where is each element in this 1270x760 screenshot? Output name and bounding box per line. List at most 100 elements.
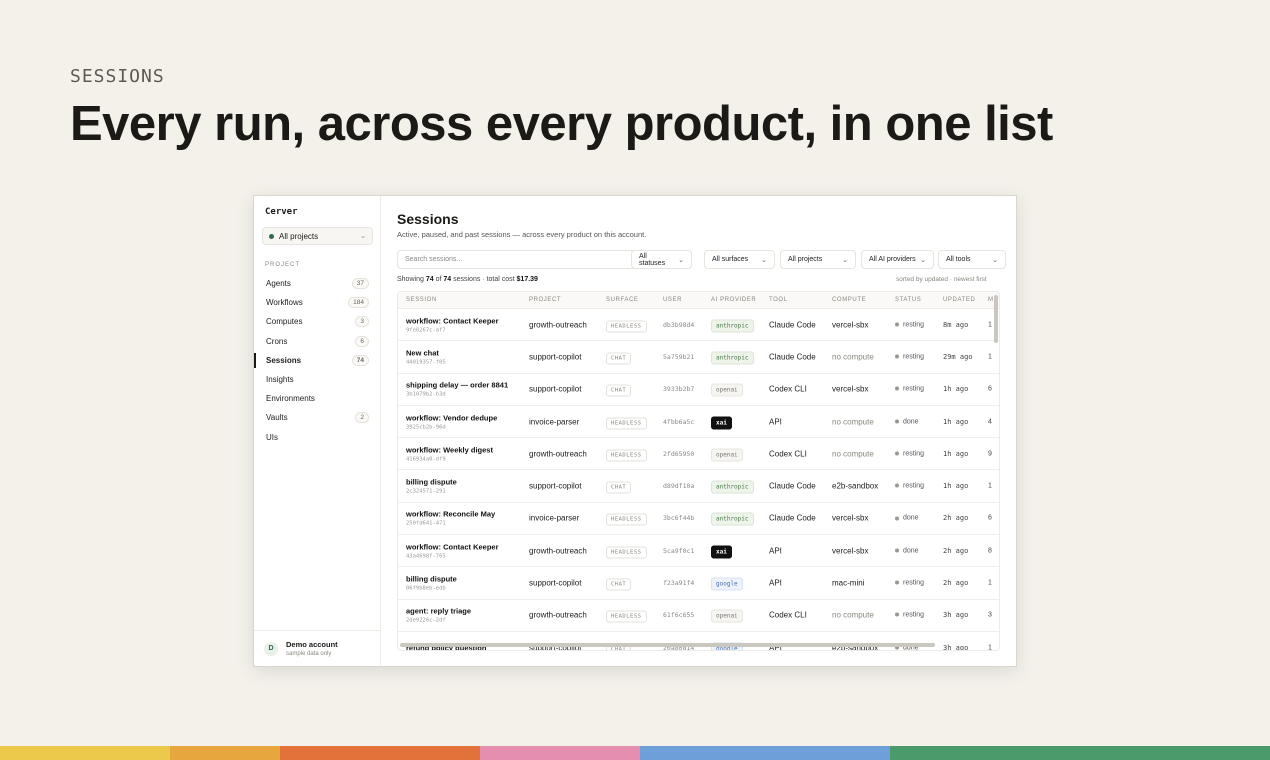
sidebar-item-computes[interactable]: Computes 3: [254, 312, 380, 331]
session-name: billing dispute: [406, 477, 457, 487]
tool-cell: Claude Code: [769, 320, 816, 330]
tool-cell: API: [769, 546, 782, 556]
table-row[interactable]: billing dispute 06f9b8eb-edb support-copil…: [398, 567, 999, 600]
table-row[interactable]: agent: reply triage 2de9226c-2df growth-ou…: [398, 600, 999, 632]
extra-cell: 1: [988, 353, 992, 361]
table-row[interactable]: workflow: Reconcile May 250fd641-471 invoi…: [398, 503, 999, 536]
status-label: resting: [903, 482, 925, 490]
sessions-table: SESSION PROJECT SURFACE USER AI PROVIDER TOOL…: [397, 291, 1000, 651]
sidebar-item-workflows[interactable]: Workflows 184: [254, 293, 380, 312]
surface-cell: CHAT: [606, 352, 632, 365]
headline: Every run, across every product, in one …: [70, 97, 1053, 151]
tool-cell: API: [769, 417, 782, 427]
table-row[interactable]: workflow: Weekly digest 416934a0-df9 growt…: [398, 438, 999, 471]
extra-cell: 1: [988, 579, 992, 587]
column-header-project[interactable]: PROJECT: [529, 297, 561, 303]
column-header-updated[interactable]: UPDATED: [943, 297, 975, 303]
chevron-down-icon: ⌄: [360, 233, 366, 240]
user-cell: 2fd65950: [663, 449, 695, 458]
extra-cell: 6: [988, 385, 992, 393]
session-name: billing dispute: [406, 574, 457, 584]
sidebar-item-sessions[interactable]: Sessions 74: [254, 351, 380, 370]
user-cell: 4fbb6a5c: [663, 417, 695, 426]
column-header-surface[interactable]: SURFACE: [606, 297, 639, 303]
avatar: D: [264, 641, 278, 656]
column-header-tool[interactable]: TOOL: [769, 297, 788, 303]
surface-badge: CHAT: [606, 384, 632, 397]
table-row[interactable]: workflow: Contact Keeper 43a4698f-765 grow…: [398, 535, 999, 568]
surface-badge: HEADLESS: [606, 610, 647, 623]
project-cell: growth-outreach: [529, 610, 587, 620]
project-select[interactable]: All projects ⌄: [262, 227, 373, 245]
search-input[interactable]: Search sessions...: [397, 250, 641, 269]
session-cell: billing dispute 2c324571-291: [406, 478, 457, 495]
column-header-status[interactable]: STATUS: [895, 297, 921, 303]
table-header: SESSION PROJECT SURFACE USER AI PROVIDER TOOL…: [398, 292, 999, 309]
sidebar-item-agents[interactable]: Agents 37: [254, 274, 380, 293]
project-cell: invoice-parser: [529, 513, 580, 523]
filter-select-4[interactable]: All AI providers ⌄: [861, 250, 934, 269]
summary-mid: sessions · total cost: [453, 276, 515, 283]
summary-count: 74: [425, 276, 434, 283]
table-row[interactable]: refund policy question support-copilot CHA…: [398, 632, 999, 651]
column-header-compute[interactable]: COMPUTE: [832, 297, 866, 303]
filter-select-5[interactable]: All tools ⌄: [938, 250, 1006, 269]
brand-logo: Cerver: [265, 207, 298, 217]
vertical-scrollbar[interactable]: [994, 295, 998, 343]
tool-cell: Claude Code: [769, 513, 816, 523]
surface-badge: CHAT: [606, 352, 632, 365]
sidebar-item-vaults[interactable]: Vaults 2: [254, 408, 380, 427]
provider-cell: anthropic: [711, 480, 754, 494]
project-cell: support-copilot: [529, 384, 582, 394]
provider-cell: openai: [711, 448, 743, 462]
horizontal-scrollbar[interactable]: [400, 643, 935, 647]
status-label: resting: [903, 611, 925, 619]
column-header-user[interactable]: USER: [663, 297, 682, 303]
status-dot-icon: [895, 419, 899, 424]
sidebar-item-crons[interactable]: Crons 6: [254, 332, 380, 351]
column-header-session[interactable]: SESSION: [406, 297, 437, 303]
provider-badge: google: [711, 577, 743, 591]
filter-select-3[interactable]: All projects ⌄: [780, 250, 856, 269]
sidebar-item-insights[interactable]: Insights: [254, 370, 380, 389]
session-cell: New chat 44019357-f05: [406, 348, 446, 365]
table-row[interactable]: workflow: Vendor dedupe 3925cb2b-96d invoi…: [398, 406, 999, 439]
provider-cell: xai: [711, 545, 732, 559]
session-id: 3925cb2b-96d: [406, 424, 446, 431]
table-row[interactable]: shipping delay — order 8841 3b1079b2-b3d s…: [398, 374, 999, 406]
provider-cell: xai: [711, 416, 732, 430]
sidebar-item-uis[interactable]: UIs: [254, 428, 380, 447]
extra-cell: 1: [988, 644, 992, 651]
stripe-segment: [170, 746, 280, 760]
sidebar-item-label: UIs: [266, 432, 278, 442]
sort-indicator[interactable]: sorted by updated · newest first: [896, 276, 987, 283]
table-row[interactable]: workflow: Contact Keeper 9fe0267c-af7 grow…: [398, 309, 999, 342]
column-header-m[interactable]: M: [988, 297, 994, 303]
updated-cell: 1h ago: [943, 417, 969, 426]
chevron-down-icon: ⌄: [678, 256, 684, 264]
extra-cell: 1: [988, 321, 992, 329]
status-label: done: [903, 418, 919, 426]
project-cell: invoice-parser: [529, 417, 580, 427]
session-cell: workflow: Contact Keeper 43a4698f-765: [406, 542, 499, 559]
account-menu[interactable]: D Demo account sample data only: [254, 630, 380, 666]
table-row[interactable]: New chat 44019357-f05 support-copilot CHAT 5…: [398, 341, 999, 374]
filter-select-1[interactable]: All statuses ⌄: [631, 250, 692, 269]
session-name: workflow: Weekly digest: [406, 445, 493, 455]
project-cell: support-copilot: [529, 481, 582, 491]
filter-select-2[interactable]: All surfaces ⌄: [704, 250, 775, 269]
stripe-segment: [0, 746, 170, 760]
sidebar-item-environments[interactable]: Environments: [254, 389, 380, 408]
total-cost: $17.39: [516, 276, 538, 283]
tool-cell: Claude Code: [769, 352, 816, 362]
table-row[interactable]: billing dispute 2c324571-291 support-copil…: [398, 471, 999, 503]
updated-cell: 1h ago: [943, 385, 969, 394]
status-dot-icon: [895, 451, 899, 456]
column-header-ai-provider[interactable]: AI PROVIDER: [711, 297, 756, 303]
results-summary: Showing 74 of 74 sessions · total cost $…: [397, 276, 538, 283]
sidebar-item-label: Computes: [266, 317, 303, 327]
extra-cell: 3: [988, 611, 992, 619]
status-label: resting: [903, 321, 925, 329]
surface-cell: HEADLESS: [606, 546, 647, 559]
project-cell: growth-outreach: [529, 546, 587, 556]
